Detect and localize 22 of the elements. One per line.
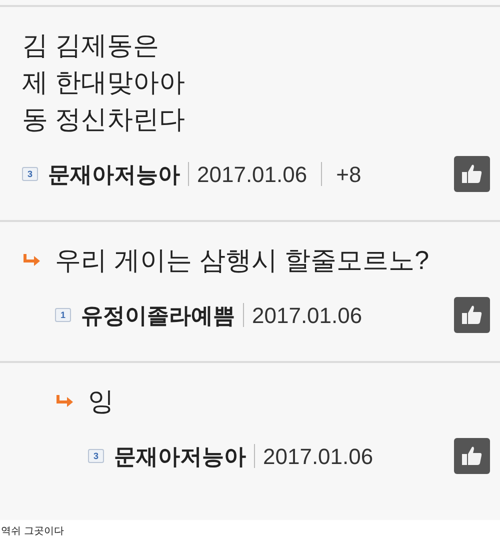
level-badge: 1: [55, 308, 71, 322]
author-name[interactable]: 문재아저능아: [114, 440, 246, 472]
thumbs-up-icon: [460, 162, 484, 186]
comment-date: 2017.01.06: [197, 160, 308, 188]
like-button[interactable]: [454, 297, 490, 333]
caption-text: 역쉬 그곳이다: [0, 525, 64, 539]
comment-text: 잉: [88, 385, 114, 418]
comment-text: 김 김제동은: [22, 29, 160, 62]
author-name[interactable]: 유정이졸라예쁨: [81, 298, 235, 332]
author-name[interactable]: 문재아저능아: [48, 158, 180, 190]
comment-date: 2017.01.06: [263, 442, 374, 470]
like-button[interactable]: [454, 438, 490, 474]
comment-date: 2017.01.06: [252, 302, 362, 330]
thumbs-up-icon: [460, 444, 484, 468]
level-badge: 3: [22, 167, 38, 181]
comment-text: 우리 게이는 삼행시 할줄모르노?: [55, 244, 430, 277]
like-button[interactable]: [454, 156, 490, 192]
thumbs-up-icon: [460, 303, 484, 327]
comment-text: 제 한대맞아아: [22, 66, 186, 99]
level-badge: 3: [88, 449, 104, 463]
comment-text: 동 정신차린다: [22, 103, 186, 136]
like-count: +8: [336, 160, 362, 188]
